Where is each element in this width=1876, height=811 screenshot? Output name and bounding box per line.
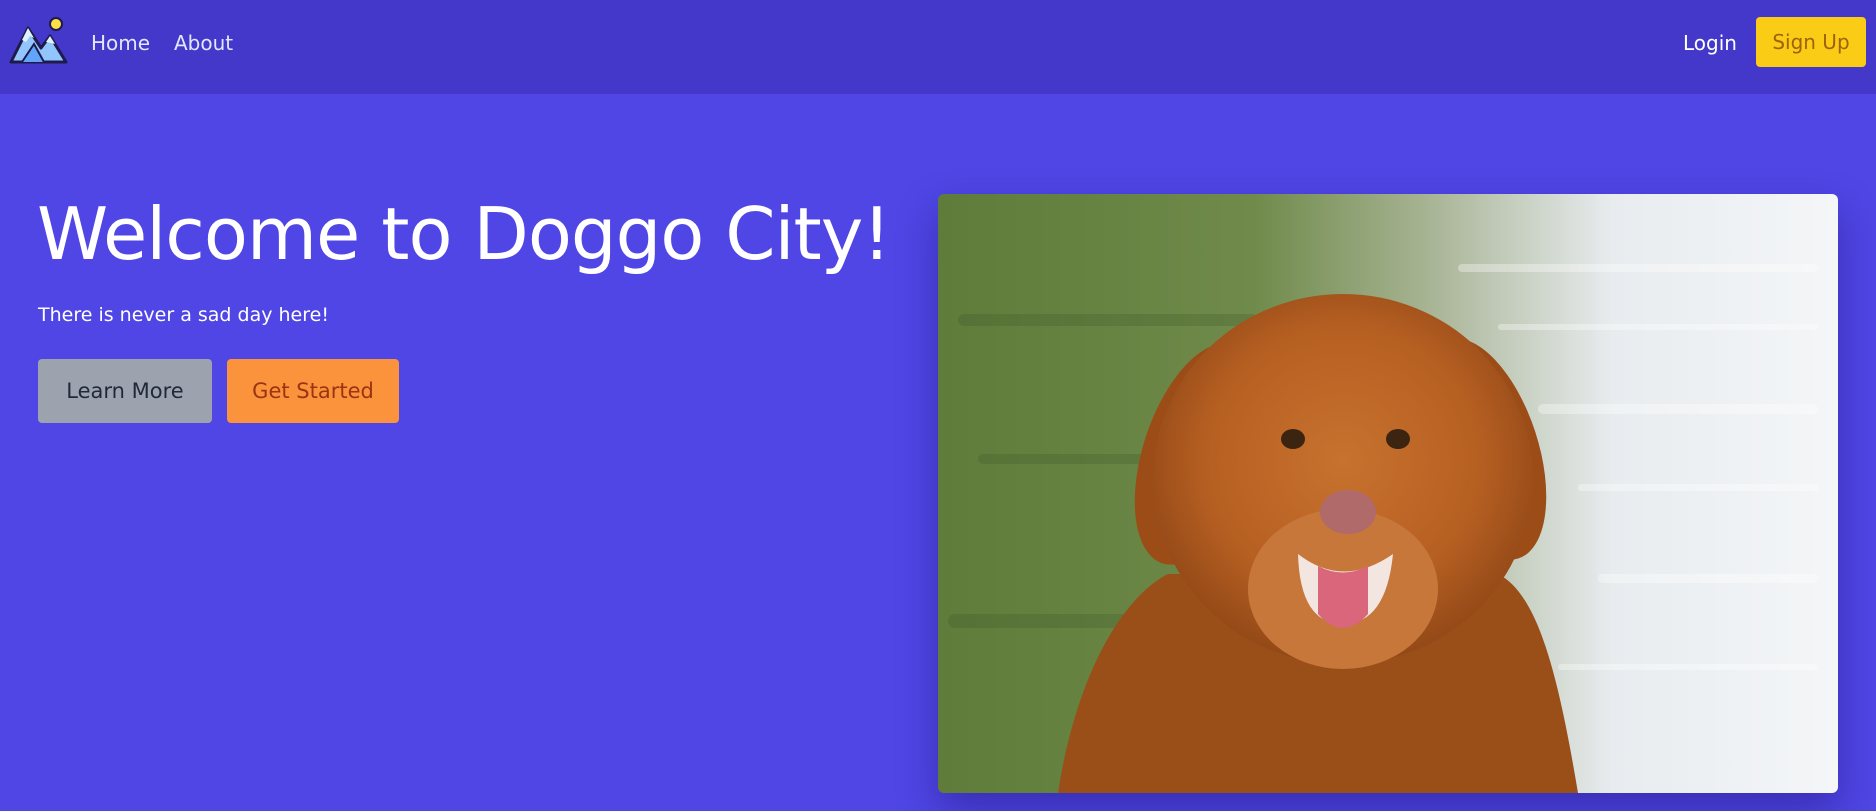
nav-home-link[interactable]: Home xyxy=(91,30,150,56)
learn-more-button[interactable]: Learn More xyxy=(38,359,212,423)
get-started-button[interactable]: Get Started xyxy=(227,359,399,423)
login-link[interactable]: Login xyxy=(1683,30,1737,56)
hero-title: Welcome to Doggo City! xyxy=(37,192,891,276)
nav-about-link[interactable]: About xyxy=(174,30,233,56)
navbar: Home About Login Sign Up xyxy=(0,0,1876,94)
signup-button[interactable]: Sign Up xyxy=(1756,17,1866,67)
hero-subtitle: There is never a sad day here! xyxy=(38,304,329,326)
dog-photo-image xyxy=(938,194,1838,793)
mountain-sun-logo-icon[interactable] xyxy=(8,14,70,66)
